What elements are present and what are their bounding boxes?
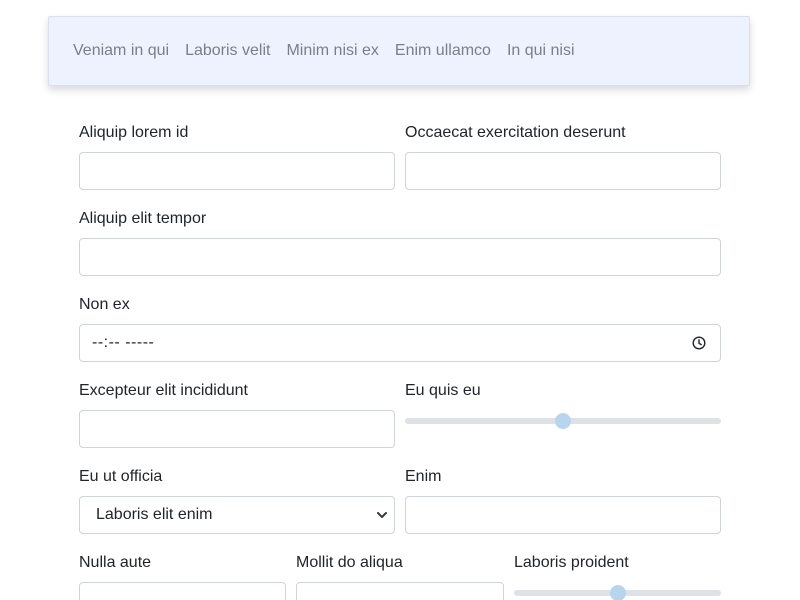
eu-ut-officia-select[interactable]: Laboris elit enim	[79, 496, 395, 534]
chevron-down-icon	[377, 512, 387, 518]
enim-label: Enim	[405, 468, 442, 485]
slider-thumb[interactable]	[609, 585, 626, 600]
eu-quis-eu-label: Eu quis eu	[405, 382, 481, 399]
enim-input[interactable]	[405, 496, 721, 534]
aliquip-elit-tempor-label: Aliquip elit tempor	[79, 210, 207, 227]
page: Veniam in qui Laboris velit Minim nisi e…	[0, 0, 800, 600]
aliquip-lorem-id-label: Aliquip lorem id	[79, 124, 189, 141]
nav-link-enim-ullamco[interactable]: Enim ullamco	[395, 42, 491, 60]
eu-ut-officia-label: Eu ut officia	[79, 468, 163, 485]
excepteur-input[interactable]	[79, 410, 395, 448]
occaecat-input[interactable]	[405, 152, 721, 190]
nav-link-minim-nisi-ex[interactable]: Minim nisi ex	[286, 42, 378, 60]
slider-thumb[interactable]	[555, 413, 571, 429]
nav-link-laboris-velit[interactable]: Laboris velit	[185, 42, 270, 60]
nav-link-in-qui-nisi[interactable]: In qui nisi	[507, 42, 575, 60]
occaecat-label: Occaecat exercitation deserunt	[405, 124, 626, 141]
aliquip-lorem-id-input[interactable]	[79, 152, 395, 190]
excepteur-label: Excepteur elit incididunt	[79, 382, 248, 399]
nulla-aute-input[interactable]	[79, 582, 286, 600]
laboris-proident-slider[interactable]	[514, 585, 721, 600]
mollit-do-aliqua-input[interactable]	[296, 582, 504, 600]
clock-icon[interactable]	[692, 336, 706, 350]
nav-link-veniam-in-qui[interactable]: Veniam in qui	[73, 42, 169, 60]
nulla-aute-label: Nulla aute	[79, 554, 152, 571]
select-value: Laboris elit enim	[96, 506, 213, 523]
laboris-proident-label: Laboris proident	[514, 554, 629, 571]
time-value: --:-- -----	[92, 334, 155, 351]
top-nav: Veniam in qui Laboris velit Minim nisi e…	[48, 16, 750, 86]
non-ex-label: Non ex	[79, 296, 130, 313]
non-ex-time-input[interactable]: --:-- -----	[79, 324, 721, 362]
aliquip-elit-tempor-input[interactable]	[79, 238, 721, 276]
eu-quis-eu-slider[interactable]	[405, 413, 721, 429]
mollit-do-aliqua-label: Mollit do aliqua	[296, 554, 403, 571]
